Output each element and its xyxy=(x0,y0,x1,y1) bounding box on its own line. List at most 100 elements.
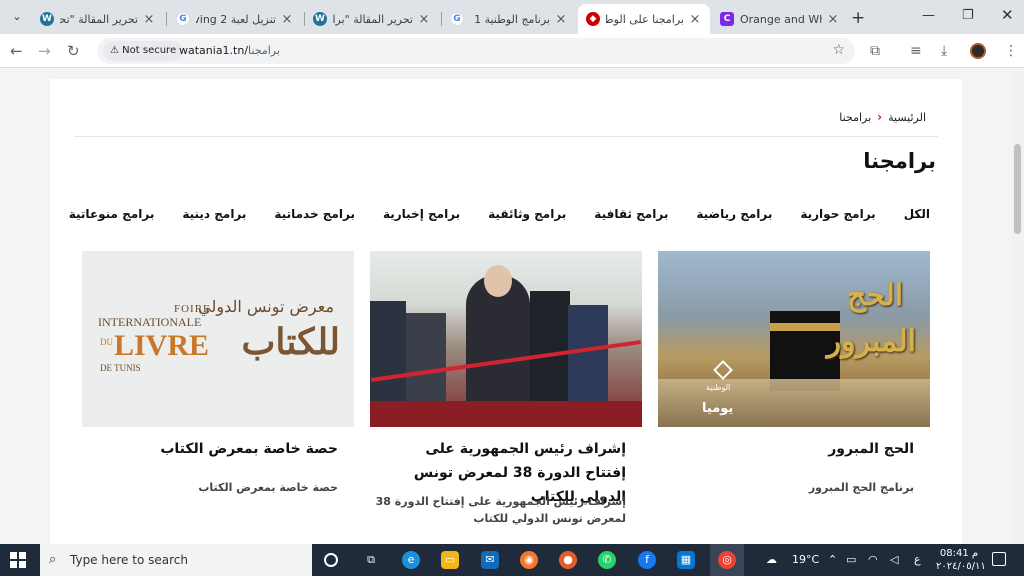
fair-french-foire: FOIRE xyxy=(174,303,211,315)
clock-date: ٢٠٢٤/٠٥/١١ xyxy=(936,561,986,572)
fair-arabic-book: للكتاب xyxy=(241,321,341,363)
media-control-icon[interactable]: ≡ xyxy=(910,43,922,59)
bookmark-star-icon[interactable]: ☆ xyxy=(832,42,845,58)
address-bar[interactable]: ⚠ Not secure watania1.tn/برامجنا ☆ xyxy=(97,38,855,64)
program-title[interactable]: إشراف رئيس الجمهورية على إفتتاح الدورة 3… xyxy=(370,437,642,505)
minimize-icon[interactable]: — xyxy=(922,8,935,23)
windows-taskbar: ⌕ Type here to search ⧉ e ▭ ✉ ◉ ● ✆ f ▦ … xyxy=(0,544,1024,576)
close-tab-icon[interactable]: × xyxy=(280,12,294,27)
new-tab-icon[interactable]: + xyxy=(851,8,865,28)
category-nav: الكل برامج حوارية برامج رياضية برامج ثقا… xyxy=(69,207,930,221)
battery-icon[interactable]: ▭ xyxy=(846,553,856,566)
close-tab-icon[interactable]: × xyxy=(554,12,568,27)
file-explorer-icon[interactable]: ▭ xyxy=(441,551,459,569)
program-card[interactable]: الحج المبرور الوطنية يوميا الحج المبرور … xyxy=(658,251,930,496)
browser-toolbar: ← → ↻ ⚠ Not secure watania1.tn/برامجنا ☆… xyxy=(0,34,1024,68)
program-thumbnail-hajj[interactable]: الحج المبرور الوطنية يوميا xyxy=(658,251,930,427)
tab-search-chevron-icon[interactable]: ⌄ xyxy=(7,7,27,27)
close-tab-icon[interactable]: × xyxy=(826,12,840,27)
reload-icon[interactable]: ↻ xyxy=(67,42,80,60)
tab-google-watania[interactable]: G برنامج الوطنية 1 مباشر × xyxy=(442,4,576,34)
page-scrollbar[interactable] xyxy=(1012,69,1024,544)
volume-icon[interactable]: ◁ xyxy=(890,553,898,566)
category-culture[interactable]: برامج ثقافية xyxy=(594,207,668,221)
edge-icon[interactable]: e xyxy=(402,551,420,569)
system-clock[interactable]: 08:41 م ٢٠٢٤/٠٥/١١ xyxy=(936,547,986,573)
breadcrumb-home[interactable]: الرئيسية xyxy=(888,111,926,124)
program-thumbnail-book-fair-opening[interactable] xyxy=(370,251,642,427)
fair-french-de-tunis: DE TUNIS xyxy=(100,363,141,373)
program-description: برنامج الحج المبرور xyxy=(808,481,914,494)
taskbar-search-box[interactable]: ⌕ Type here to search xyxy=(40,544,312,576)
program-title[interactable]: حصة خاصة بمعرض الكتاب xyxy=(82,437,354,461)
fair-french-internationale: INTERNATIONALE xyxy=(98,315,202,329)
breadcrumb: الرئيسية ‹ برامجنا xyxy=(839,110,926,124)
category-talk-shows[interactable]: برامج حوارية xyxy=(800,207,875,221)
program-description: إشراف رئيس الجمهورية على إفتتاح الدورة 3… xyxy=(375,495,626,525)
category-religious[interactable]: برامج دينية xyxy=(182,207,246,221)
tab-title: برامجنا على الوطنية xyxy=(606,12,684,26)
search-icon: ⌕ xyxy=(49,552,57,567)
google-icon: G xyxy=(450,12,464,26)
program-title[interactable]: الحج المبرور xyxy=(658,437,930,461)
profile-avatar[interactable] xyxy=(970,43,986,59)
category-news[interactable]: برامج إخبارية xyxy=(383,207,460,221)
program-thumbnail-book-fair[interactable]: معرض تونس الدولي للكتاب FOIRE INTERNATIO… xyxy=(82,251,354,427)
close-window-icon[interactable]: ✕ xyxy=(1001,6,1014,24)
wordpress-icon: W xyxy=(40,12,54,26)
url-host: watania1.tn/ xyxy=(179,44,249,57)
tab-active-watania[interactable]: ◆ برامجنا على الوطنية × xyxy=(578,4,710,34)
security-chip[interactable]: ⚠ Not secure xyxy=(103,41,184,61)
store-icon[interactable]: ▦ xyxy=(677,551,695,569)
program-card[interactable]: معرض تونس الدولي للكتاب FOIRE INTERNATIO… xyxy=(82,251,354,496)
cortana-icon[interactable] xyxy=(324,553,338,567)
person-head xyxy=(484,265,512,297)
close-tab-icon[interactable]: × xyxy=(688,12,702,27)
media-app-icon[interactable]: ● xyxy=(559,551,577,569)
back-icon[interactable]: ← xyxy=(10,42,23,60)
menu-kebab-icon[interactable]: ⋮ xyxy=(1004,43,1018,59)
tab-wordpress-1[interactable]: W تحرير المقالة "تحميل × xyxy=(32,4,164,34)
category-documentary[interactable]: برامج وثائقية xyxy=(488,207,566,221)
page-content: الرئيسية ‹ برامجنا برامجنا الكل برامج حو… xyxy=(50,79,962,544)
category-variety[interactable]: برامج منوعاتية xyxy=(69,207,155,221)
close-tab-icon[interactable]: × xyxy=(417,12,431,27)
category-sports[interactable]: برامج رياضية xyxy=(696,207,772,221)
program-card[interactable]: إشراف رئيس الجمهورية على إفتتاح الدورة 3… xyxy=(370,251,642,527)
input-language[interactable]: ع xyxy=(914,553,921,566)
extensions-icon[interactable]: ⧉ xyxy=(870,43,880,59)
breadcrumb-current: برامجنا xyxy=(839,110,872,124)
page-viewport: الرئيسية ‹ برامجنا برامجنا الكل برامج حو… xyxy=(0,69,1024,544)
whatsapp-icon[interactable]: ✆ xyxy=(598,551,616,569)
category-all[interactable]: الكل xyxy=(904,207,930,221)
restore-icon[interactable]: ❐ xyxy=(962,8,974,23)
fair-french-du: DU xyxy=(100,337,113,347)
category-services[interactable]: برامج خدماتية xyxy=(274,207,355,221)
url-text[interactable]: watania1.tn/برامجنا xyxy=(179,44,280,57)
chevron-up-icon[interactable]: ⌃ xyxy=(828,553,837,566)
crowd-shape xyxy=(658,379,930,427)
forward-icon[interactable]: → xyxy=(38,42,51,60)
firefox-icon[interactable]: ◉ xyxy=(520,551,538,569)
tab-canva[interactable]: C Orange and White × xyxy=(712,4,848,34)
tab-divider xyxy=(166,12,167,26)
mail-icon[interactable]: ✉ xyxy=(481,551,499,569)
wifi-icon[interactable]: ◠ xyxy=(868,553,878,566)
notification-icon[interactable] xyxy=(992,552,1006,566)
weather-temp[interactable]: 19°C xyxy=(792,553,819,566)
warning-icon: ⚠ xyxy=(110,45,119,56)
page-title: برامجنا xyxy=(863,149,936,173)
windows-start-icon[interactable] xyxy=(10,552,26,568)
tab-wordpress-2[interactable]: W تحرير المقالة "برامج × xyxy=(305,4,439,34)
watania-icon: ◆ xyxy=(586,12,600,26)
fair-french-livre: LIVRE xyxy=(114,329,210,362)
facebook-icon[interactable]: f xyxy=(638,551,656,569)
search-placeholder: Type here to search xyxy=(70,553,188,567)
weather-icon[interactable]: ☁ xyxy=(766,553,777,566)
task-view-icon[interactable]: ⧉ xyxy=(362,551,380,569)
tab-google-driving[interactable]: G تنزيل لعبة 2 driving × xyxy=(168,4,302,34)
download-icon[interactable]: ⤓ xyxy=(941,43,947,59)
close-tab-icon[interactable]: × xyxy=(142,12,156,27)
scrollbar-thumb[interactable] xyxy=(1014,144,1021,234)
chrome-icon[interactable]: ◎ xyxy=(718,551,736,569)
